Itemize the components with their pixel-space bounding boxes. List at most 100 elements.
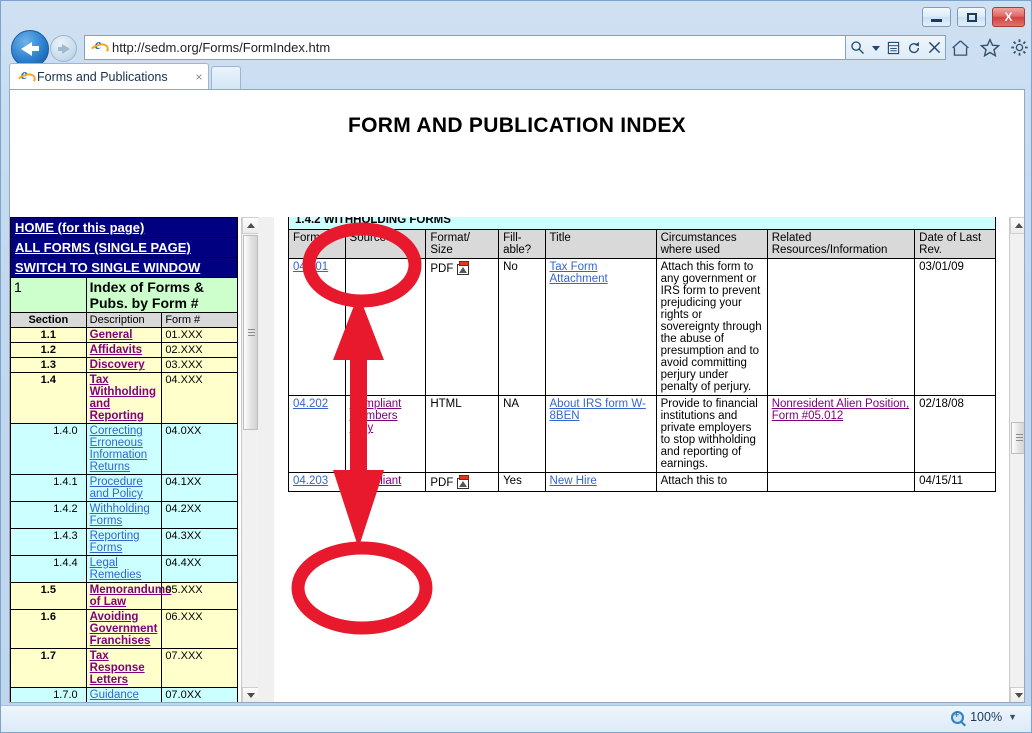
section-link[interactable]: Discovery bbox=[85, 357, 163, 373]
address-bar[interactable]: http://sedm.org/Forms/FormIndex.htm bbox=[84, 35, 846, 60]
section-link-label[interactable]: Tax Response Letters bbox=[90, 650, 145, 686]
sidebar-link-single-window-label[interactable]: SWITCH TO SINGLE WINDOW bbox=[15, 260, 200, 275]
tab-forms-and-publications[interactable]: Forms and Publications × bbox=[9, 63, 209, 89]
form-number-link[interactable]: 04.203 bbox=[293, 475, 328, 487]
scroll-up-button[interactable] bbox=[1010, 217, 1024, 234]
title-link[interactable]: Tax Form Attachment bbox=[550, 261, 608, 285]
left-frame-scrollbar[interactable] bbox=[241, 217, 258, 702]
section-link-label[interactable]: Reporting Forms bbox=[90, 530, 140, 554]
cell-title[interactable]: About IRS form W-8BEN bbox=[544, 395, 657, 473]
section-link[interactable]: Tax Withholding and Reporting bbox=[85, 372, 163, 424]
title-link[interactable]: New Hire bbox=[550, 475, 597, 487]
maximize-button[interactable] bbox=[957, 7, 986, 27]
section-link-label[interactable]: Guidance bbox=[90, 689, 139, 701]
cell-source[interactable]: Compliant bbox=[344, 472, 427, 492]
chevron-down-icon[interactable] bbox=[871, 44, 880, 52]
section-link-label[interactable]: Correcting Erroneous Information Returns bbox=[90, 425, 148, 473]
section-link[interactable]: Tax Response Letters bbox=[85, 648, 163, 688]
list-item: 1.4.1 Procedure and Policy 04.1XX bbox=[10, 474, 238, 502]
section-link[interactable]: General forms bbox=[86, 703, 162, 704]
zoom-dropdown-icon[interactable]: ▼ bbox=[1008, 712, 1017, 722]
section-link-label[interactable]: Legal Remedies bbox=[90, 557, 142, 581]
new-tab-button[interactable] bbox=[211, 66, 241, 89]
scroll-thumb[interactable] bbox=[1011, 422, 1024, 454]
scroll-up-button[interactable] bbox=[242, 217, 258, 234]
sidebar-col-description: Description bbox=[85, 312, 163, 328]
section-link[interactable]: Affidavits bbox=[85, 342, 163, 358]
list-item: 1.7.0 Guidance 07.0XX bbox=[10, 687, 238, 702]
section-link[interactable]: Correcting Erroneous Information Returns bbox=[85, 423, 163, 475]
scroll-down-button[interactable] bbox=[1010, 687, 1024, 702]
section-link-label[interactable]: Discovery bbox=[90, 359, 145, 371]
list-item: 1.7 Tax Response Letters 07.XXX bbox=[10, 648, 238, 688]
scroll-down-button[interactable] bbox=[242, 687, 258, 702]
section-link[interactable]: Reporting Forms bbox=[85, 528, 163, 556]
section-number: 1.4.3 bbox=[10, 528, 87, 556]
cell-circumstances: Attach this to bbox=[655, 472, 768, 492]
source-link[interactable]: Compliant Members Only bbox=[350, 398, 402, 434]
section-link-label[interactable]: Avoiding Government Franchises bbox=[90, 611, 158, 647]
cell-form-number[interactable]: 04.202 bbox=[288, 395, 346, 473]
section-link-label[interactable]: General bbox=[90, 329, 133, 341]
scroll-thumb[interactable] bbox=[243, 235, 258, 430]
stop-icon[interactable] bbox=[928, 41, 941, 54]
form-number-link[interactable]: 04.202 bbox=[293, 398, 328, 410]
search-icon[interactable] bbox=[850, 40, 865, 55]
sidebar-link-home[interactable]: HOME (for this page) bbox=[10, 217, 238, 238]
close-button[interactable]: X bbox=[992, 7, 1025, 27]
table-row: 04.202 Compliant Members Only HTML NA Ab… bbox=[288, 395, 996, 473]
form-number: 07.1XX bbox=[162, 703, 238, 704]
source-link[interactable]: Compliant bbox=[350, 475, 402, 487]
main-frame-scrollbar[interactable] bbox=[1009, 217, 1024, 702]
zoom-level: 100% bbox=[970, 710, 1003, 724]
page-viewport: FORM AND PUBLICATION INDEX HOME (for thi… bbox=[9, 89, 1025, 703]
frame-divider[interactable] bbox=[258, 217, 274, 702]
star-icon[interactable] bbox=[980, 38, 1000, 57]
section-link[interactable]: Avoiding Government Franchises bbox=[85, 609, 163, 649]
tab-close-icon[interactable]: × bbox=[190, 70, 208, 84]
sidebar-link-all-forms[interactable]: ALL FORMS (SINGLE PAGE) bbox=[10, 237, 238, 258]
list-item: 1.1 General 01.XXX bbox=[10, 327, 238, 343]
cell-source[interactable]: Compliant Members Only bbox=[344, 395, 427, 473]
magnifier-icon bbox=[951, 710, 965, 724]
cell-form-number[interactable]: 04.201 bbox=[288, 258, 346, 396]
section-link[interactable]: General bbox=[85, 327, 163, 343]
home-icon[interactable] bbox=[951, 39, 970, 57]
title-link[interactable]: About IRS form W-8BEN bbox=[550, 398, 646, 422]
col-circumstances: Circumstances where used bbox=[655, 229, 768, 259]
url-text: http://sedm.org/Forms/FormIndex.htm bbox=[112, 40, 331, 55]
related-link[interactable]: Nonresident Alien Position, Form #05.012 bbox=[772, 398, 909, 422]
section-link-label[interactable]: Memorandums of Law bbox=[90, 584, 172, 608]
cell-title[interactable]: New Hire bbox=[544, 472, 657, 492]
cell-related[interactable]: Nonresident Alien Position, Form #05.012 bbox=[766, 395, 916, 473]
sidebar-link-home-label[interactable]: HOME (for this page) bbox=[15, 220, 144, 235]
sidebar-link-single-window[interactable]: SWITCH TO SINGLE WINDOW bbox=[10, 257, 238, 278]
section-link[interactable]: Withholding Forms bbox=[85, 501, 163, 529]
form-number: 02.XXX bbox=[161, 342, 238, 358]
section-link-label[interactable]: Tax Withholding and Reporting bbox=[90, 374, 156, 422]
section-link-label[interactable]: Withholding Forms bbox=[90, 503, 150, 527]
section-link[interactable]: Procedure and Policy bbox=[85, 474, 163, 502]
gear-icon[interactable] bbox=[1010, 38, 1029, 57]
cell-circumstances: Attach this form to any government or IR… bbox=[655, 258, 768, 396]
zoom-control[interactable]: 100% ▼ bbox=[951, 710, 1017, 724]
cell-title[interactable]: Tax Form Attachment bbox=[544, 258, 657, 396]
minimize-button[interactable] bbox=[922, 7, 951, 27]
section-link-label[interactable]: Procedure and Policy bbox=[90, 476, 143, 500]
format-label: PDF bbox=[430, 263, 454, 275]
list-item: 1.4.0 Correcting Erroneous Information R… bbox=[10, 423, 238, 475]
section-number: 1.4.1 bbox=[10, 474, 87, 502]
forward-button[interactable] bbox=[50, 35, 77, 62]
section-link[interactable]: Guidance bbox=[85, 687, 163, 702]
section-link-label[interactable]: Affidavits bbox=[90, 344, 142, 356]
sidebar-col-form: Form # bbox=[161, 312, 238, 328]
section-link[interactable]: Legal Remedies bbox=[85, 555, 163, 583]
cell-form-number[interactable]: 04.203 bbox=[288, 472, 346, 492]
compatibility-view-icon[interactable] bbox=[887, 41, 900, 55]
sidebar-link-all-forms-label[interactable]: ALL FORMS (SINGLE PAGE) bbox=[15, 240, 191, 255]
section-link[interactable]: Memorandums of Law bbox=[85, 582, 171, 610]
maximize-icon bbox=[958, 8, 985, 26]
form-number-link[interactable]: 04.201 bbox=[293, 261, 328, 273]
refresh-icon[interactable] bbox=[907, 41, 921, 55]
sidebar-column-header-row: Section Description Form # bbox=[10, 312, 238, 328]
